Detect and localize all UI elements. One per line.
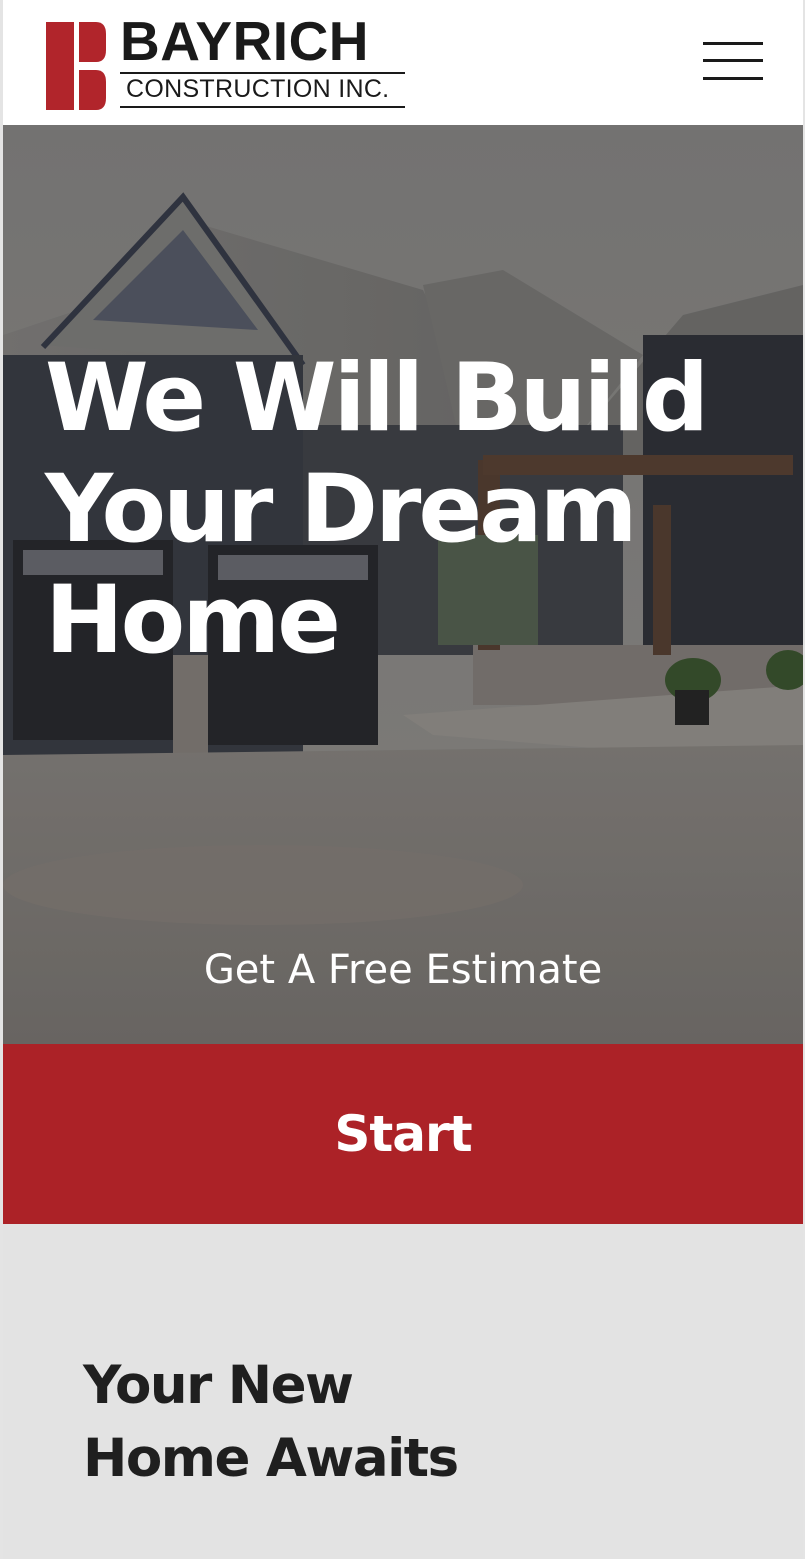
start-button[interactable]: Start (3, 1044, 803, 1224)
hero-title-line-3: Home (45, 566, 341, 675)
hero-title-line-2: Your Dream (45, 455, 638, 564)
page: BAYRICH CONSTRUCTION INC. We Will Build … (0, 0, 805, 1559)
hero-title: We Will Build Your Dream Home (45, 343, 745, 676)
logo-rule-bottom (120, 106, 405, 108)
menu-bar-top (703, 42, 763, 45)
hamburger-menu-icon[interactable] (700, 38, 766, 84)
logo-subtitle: CONSTRUCTION INC. (126, 75, 390, 103)
logo-rule-top (120, 72, 405, 74)
logo-link[interactable]: BAYRICH CONSTRUCTION INC. (46, 14, 416, 112)
section-title-line-2: Home Awaits (83, 1428, 459, 1489)
logo-wordmark: BAYRICH (120, 10, 370, 72)
hero-title-line-1: We Will Build (45, 344, 709, 453)
section-title-line-1: Your New (83, 1355, 354, 1416)
free-estimate-link[interactable]: Get A Free Estimate (3, 947, 803, 993)
new-home-section: Your New Home Awaits (3, 1224, 803, 1559)
menu-bar-middle (703, 59, 763, 62)
menu-bar-bottom (703, 77, 763, 80)
logo-mark-icon (46, 22, 106, 110)
section-title: Your New Home Awaits (83, 1349, 683, 1495)
site-header: BAYRICH CONSTRUCTION INC. (3, 0, 803, 125)
hero-section: We Will Build Your Dream Home Get A Free… (3, 125, 803, 1044)
